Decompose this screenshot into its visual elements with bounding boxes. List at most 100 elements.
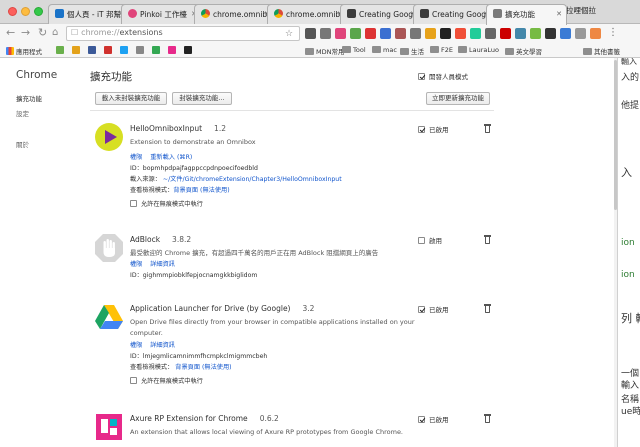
- trash-icon[interactable]: [484, 304, 491, 313]
- enable-checkbox[interactable]: [418, 237, 425, 244]
- extension-icon-16[interactable]: [530, 28, 541, 39]
- bookmark-folder-f2e[interactable]: F2E: [430, 46, 453, 54]
- back-arrow-icon[interactable]: ←: [6, 27, 15, 39]
- address-bar[interactable]: ☐ chrome://extensions: [66, 26, 300, 41]
- folder-icon: [400, 48, 409, 55]
- toolbar: ← → ↻ ⌂ ☐ chrome://extensions ☆ ⋮: [0, 24, 640, 43]
- extension-icon-9[interactable]: [425, 28, 436, 39]
- tab-ithome[interactable]: 個人頁 - iT 邦幫✕: [48, 4, 129, 24]
- extension-icon-2[interactable]: [320, 28, 331, 39]
- extension-icon-19[interactable]: [575, 28, 586, 39]
- extension-icon-17[interactable]: [545, 28, 556, 39]
- bookmark-icon-5[interactable]: [120, 46, 130, 55]
- details-link[interactable]: 詳細資訊: [150, 342, 175, 349]
- enable-toggle[interactable]: 已啟用: [418, 304, 449, 314]
- extension-name-line: AdBlock 3.8.2: [130, 235, 191, 244]
- extension-icon-10[interactable]: [440, 28, 451, 39]
- enable-checkbox[interactable]: [418, 126, 425, 133]
- update-extensions-button[interactable]: 立即更新擴充功能: [426, 92, 490, 105]
- bookmark-icon-6[interactable]: [136, 46, 146, 55]
- page-info-icon[interactable]: ☐: [71, 28, 78, 37]
- bookmark-folder-mdn[interactable]: MDN常用: [305, 46, 344, 56]
- permissions-link[interactable]: 權限: [130, 342, 142, 349]
- extension-icon-18[interactable]: [560, 28, 571, 39]
- incognito-option[interactable]: 允許在無痕模式中執行: [130, 199, 203, 208]
- page-title: 擴充功能: [90, 71, 132, 83]
- tab-pinkoi[interactable]: Pinkoi 工作檯✕: [121, 4, 202, 24]
- trash-icon[interactable]: [484, 235, 491, 244]
- bookmark-apps[interactable]: 應用程式: [6, 46, 42, 56]
- extension-version: 1.2: [214, 124, 226, 133]
- bookmark-folder-tool[interactable]: Tool: [342, 46, 366, 54]
- extension-icon-5[interactable]: [365, 28, 376, 39]
- home-icon[interactable]: ⌂: [52, 27, 58, 39]
- minimize-window-button[interactable]: [21, 7, 30, 16]
- extension-id: lmjegmlicamnimmfhcmpkclmigmmcbeh: [142, 353, 268, 360]
- extension-icon-14[interactable]: [500, 28, 511, 39]
- bookmark-icon-9[interactable]: [184, 46, 194, 55]
- id-label: ID：: [130, 272, 143, 279]
- forward-arrow-icon[interactable]: →: [21, 27, 30, 39]
- bookmark-icon-4[interactable]: [104, 46, 114, 55]
- load-unpacked-button[interactable]: 載入未封裝擴充功能: [95, 92, 167, 105]
- close-window-button[interactable]: [8, 7, 17, 16]
- extension-icon-8[interactable]: [410, 28, 421, 39]
- bookmark-folder-life[interactable]: 生活: [400, 46, 424, 56]
- enable-checkbox[interactable]: [418, 416, 425, 423]
- bookmark-folder-lauraluo[interactable]: LauraLuo: [458, 46, 499, 54]
- close-tab-icon[interactable]: ✕: [556, 10, 562, 18]
- bookmark-icon-3[interactable]: [88, 46, 98, 55]
- extension-icon-20[interactable]: [590, 28, 601, 39]
- tab-creating-google-2[interactable]: Creating Goog✕: [413, 4, 494, 24]
- details-link[interactable]: 詳細資訊: [150, 261, 175, 268]
- reload-link[interactable]: 重新載入 (⌘R): [150, 154, 192, 161]
- enable-toggle[interactable]: 已啟用: [418, 414, 449, 424]
- extension-icon-4[interactable]: [350, 28, 361, 39]
- bookmark-folder-english[interactable]: 英文學習: [505, 46, 542, 56]
- permissions-link[interactable]: 權限: [130, 154, 142, 161]
- zoom-window-button[interactable]: [34, 7, 43, 16]
- extension-icon-1[interactable]: [305, 28, 316, 39]
- extension-icon-7[interactable]: [395, 28, 406, 39]
- extension-icon-15[interactable]: [515, 28, 526, 39]
- profile-name[interactable]: 拉哩個拉: [566, 5, 596, 16]
- loaded-from-path[interactable]: ~/文件/Git/chromeExtension/Chapter3/HelloO…: [163, 176, 342, 183]
- trash-icon[interactable]: [484, 124, 491, 133]
- developer-mode-checkbox[interactable]: [418, 73, 425, 80]
- bookmark-icon-1[interactable]: [56, 46, 66, 55]
- pack-extension-button[interactable]: 封裝擴充功能...: [172, 92, 232, 105]
- tab-extensions[interactable]: 擴充功能 ✕: [486, 4, 567, 25]
- bookmark-label: 英文學習: [516, 48, 542, 56]
- enable-toggle[interactable]: 啟用: [418, 235, 442, 245]
- incognito-checkbox[interactable]: [130, 377, 137, 384]
- tab-chrome-omnibox-1[interactable]: chrome.omnibox✕: [194, 4, 275, 24]
- menu-icon[interactable]: ⋮: [608, 27, 618, 39]
- bookmark-folder-other[interactable]: 其他書籤: [583, 46, 620, 56]
- extension-icon-3[interactable]: [335, 28, 346, 39]
- permissions-link[interactable]: 權限: [130, 261, 142, 268]
- bookmark-icon-2[interactable]: [72, 46, 82, 55]
- background-page-link[interactable]: 背景頁面 (無法使用): [173, 187, 229, 194]
- developer-mode-toggle[interactable]: 開發人員模式: [418, 71, 468, 81]
- enable-toggle[interactable]: 已啟用: [418, 124, 449, 134]
- tab-creating-google-1[interactable]: Creating Goog✕: [340, 4, 421, 24]
- bookmark-star-icon[interactable]: ☆: [285, 28, 293, 40]
- background-page-link[interactable]: 背景頁面 (無法使用): [175, 364, 231, 371]
- reload-icon[interactable]: ↻: [38, 27, 47, 39]
- extension-icon-6[interactable]: [380, 28, 391, 39]
- sidebar-item-settings[interactable]: 設定: [16, 108, 29, 118]
- incognito-checkbox[interactable]: [130, 200, 137, 207]
- incognito-option[interactable]: 允許在無痕模式中執行: [130, 376, 203, 385]
- extension-icon-12[interactable]: [470, 28, 481, 39]
- bookmark-folder-mac[interactable]: mac: [372, 46, 397, 54]
- enable-checkbox[interactable]: [418, 306, 425, 313]
- tab-chrome-omnibox-2[interactable]: chrome.omnibox✕: [267, 4, 348, 24]
- extension-icon-13[interactable]: [485, 28, 496, 39]
- trash-icon[interactable]: [484, 414, 491, 423]
- bookmark-icon-7[interactable]: [152, 46, 162, 55]
- extension-icon-11[interactable]: [455, 28, 466, 39]
- loaded-from-line: 載入來源： ~/文件/Git/chromeExtension/Chapter3/…: [130, 174, 342, 183]
- sidebar-item-extensions[interactable]: 擴充功能: [16, 93, 42, 103]
- bookmark-icon-8[interactable]: [168, 46, 178, 55]
- sidebar-item-about[interactable]: 關於: [16, 139, 29, 149]
